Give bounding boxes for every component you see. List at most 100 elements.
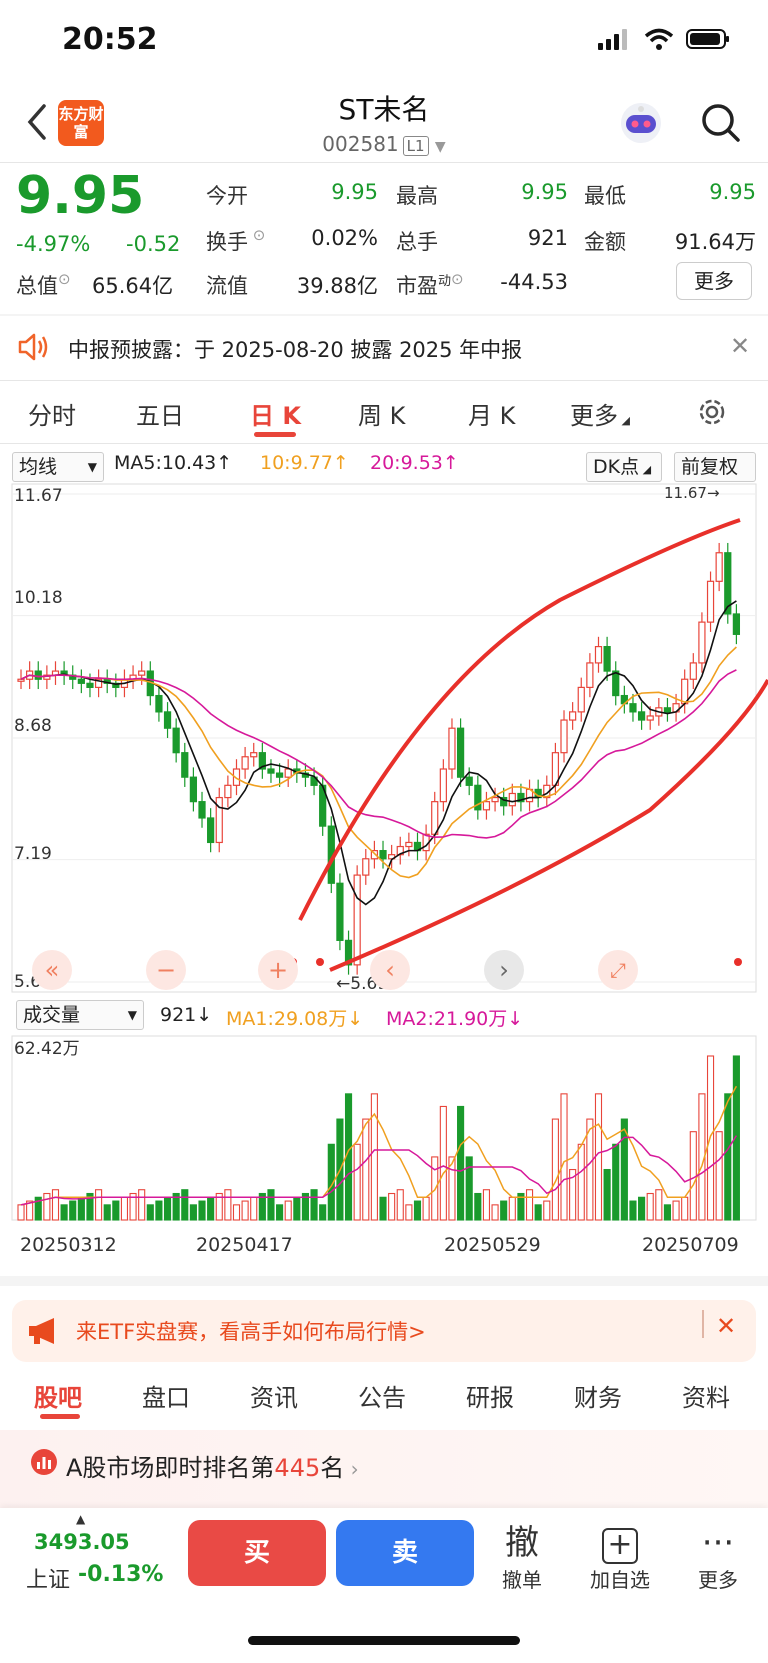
tab-news[interactable]: 资讯	[250, 1378, 298, 1413]
index-value[interactable]: 3493.05	[34, 1530, 130, 1554]
candle-body	[439, 768, 447, 803]
volume-bar	[689, 1131, 697, 1221]
quote-more-button[interactable]: 更多	[676, 262, 752, 300]
tab-announcement[interactable]: 公告	[358, 1378, 406, 1413]
date-label-3: 20250529	[444, 1234, 541, 1256]
volume-bar	[103, 1204, 111, 1221]
pe-value: -44.53	[500, 270, 568, 294]
volume-bar	[379, 1196, 387, 1221]
candle-body	[491, 796, 499, 803]
volume-bar	[112, 1200, 120, 1221]
close-icon[interactable]: ✕	[716, 1312, 736, 1340]
volume-value-label: 921↓	[160, 1004, 213, 1026]
signal-icon	[598, 29, 627, 50]
tab-pankou[interactable]: 盘口	[142, 1378, 190, 1413]
volume-bar	[413, 1200, 422, 1221]
status-time: 20:52	[62, 22, 158, 57]
float-value: 39.88亿	[296, 274, 378, 298]
chevron-up-icon[interactable]: ▲	[76, 1512, 85, 1526]
assistant-robot-icon[interactable]	[618, 100, 664, 146]
volume-bar	[250, 1196, 258, 1221]
add-box-icon: +	[580, 1522, 660, 1564]
candle-body	[603, 646, 611, 672]
volume-bar	[560, 1093, 568, 1221]
ma-select[interactable]: 均线 ▼	[12, 452, 104, 482]
sell-button[interactable]: 卖	[336, 1520, 474, 1586]
zoom-in-button[interactable]: +	[258, 950, 298, 990]
open-value: 9.95	[331, 180, 378, 204]
mktcap-value: 65.64亿	[92, 274, 174, 298]
tab-five-day[interactable]: 五日	[136, 396, 184, 431]
tab-intraday[interactable]: 分时	[28, 396, 76, 431]
volume-chart[interactable]	[0, 1030, 768, 1230]
cancel-glyph-icon: 撤	[505, 1523, 539, 1563]
tab-profile[interactable]: 资料	[682, 1378, 730, 1413]
volume-bar	[638, 1196, 646, 1221]
info-icon[interactable]: ⊙	[248, 226, 266, 244]
candle-body	[637, 711, 646, 721]
high-value: 9.95	[521, 180, 568, 204]
candle-body	[77, 678, 85, 684]
volume-bar	[715, 1131, 723, 1221]
volume-value: 921	[527, 226, 568, 250]
fullscreen-icon[interactable]: ⤢	[598, 950, 638, 990]
add-watchlist-button[interactable]: + 加自选	[580, 1522, 660, 1593]
date-label-4: 20250709	[642, 1234, 739, 1256]
buy-button[interactable]: 买	[188, 1520, 326, 1586]
zoom-out-button[interactable]: −	[146, 950, 186, 990]
tab-guba[interactable]: 股吧	[34, 1378, 82, 1413]
cancel-order-button[interactable]: 撤撤单	[482, 1522, 562, 1593]
volume-bar	[293, 1196, 301, 1221]
volume-bar	[370, 1093, 378, 1221]
tab-more[interactable]: 更多 ◢	[570, 396, 630, 431]
price-axis-4: 7.19	[14, 844, 52, 864]
price-axis-1: 11.67	[14, 486, 63, 506]
settings-gear-icon[interactable]	[696, 396, 728, 428]
tab-research[interactable]: 研报	[466, 1378, 514, 1413]
more-actions-button[interactable]: ··· 更多	[678, 1522, 758, 1593]
tab-monthly-k[interactable]: 月 K	[468, 396, 515, 431]
step-left-button[interactable]: ‹	[370, 950, 410, 990]
candle-body	[612, 670, 620, 697]
level-badge: L1	[402, 136, 429, 156]
dk-point-select[interactable]: DK点 ◢	[586, 452, 662, 482]
kline-chart[interactable]	[0, 480, 768, 1000]
step-right-button[interactable]: ›	[484, 950, 524, 990]
volume-bar	[155, 1200, 163, 1221]
vol-ma1-label: MA1:29.08万↓	[226, 1008, 364, 1030]
candle-body	[379, 850, 387, 860]
candle-body	[706, 580, 715, 623]
open-label: 今开	[206, 184, 248, 208]
pe-label: 市盈动⊙	[396, 270, 464, 298]
scroll-left-button[interactable]: «	[32, 950, 72, 990]
tab-daily-k[interactable]: 日 K	[250, 396, 301, 431]
tab-finance[interactable]: 财务	[574, 1378, 622, 1413]
amount-label: 金额	[584, 230, 626, 254]
tab-underline	[40, 1414, 80, 1419]
volume-select[interactable]: 成交量 ▼	[16, 1000, 144, 1030]
stock-code-text: 002581	[322, 132, 399, 156]
megaphone-icon	[29, 1318, 54, 1344]
candle-body	[155, 694, 163, 713]
volume-ma-line	[20, 1135, 738, 1206]
candle-body	[456, 727, 465, 778]
candle-body	[163, 711, 172, 729]
candle-body	[86, 682, 94, 689]
volume-ma-line	[20, 1085, 738, 1206]
volume-bar	[241, 1200, 249, 1221]
close-icon[interactable]: ✕	[730, 332, 750, 360]
info-icon[interactable]: ⊙	[58, 270, 71, 288]
volume-bar	[612, 1143, 620, 1221]
adjust-select[interactable]: 前复权	[674, 452, 756, 482]
tab-underline	[254, 432, 296, 437]
chevron-right-icon: ›	[344, 1457, 359, 1481]
info-icon[interactable]: ⊙	[451, 270, 464, 288]
section-divider	[0, 1276, 768, 1286]
volume-bar	[232, 1204, 241, 1221]
tab-weekly-k[interactable]: 周 K	[358, 396, 405, 431]
search-icon[interactable]	[700, 102, 742, 144]
ellipsis-icon: ···	[701, 1523, 735, 1563]
index-change: -0.13%	[78, 1562, 164, 1587]
volume-bar	[198, 1200, 206, 1221]
marker-dot	[316, 958, 324, 966]
